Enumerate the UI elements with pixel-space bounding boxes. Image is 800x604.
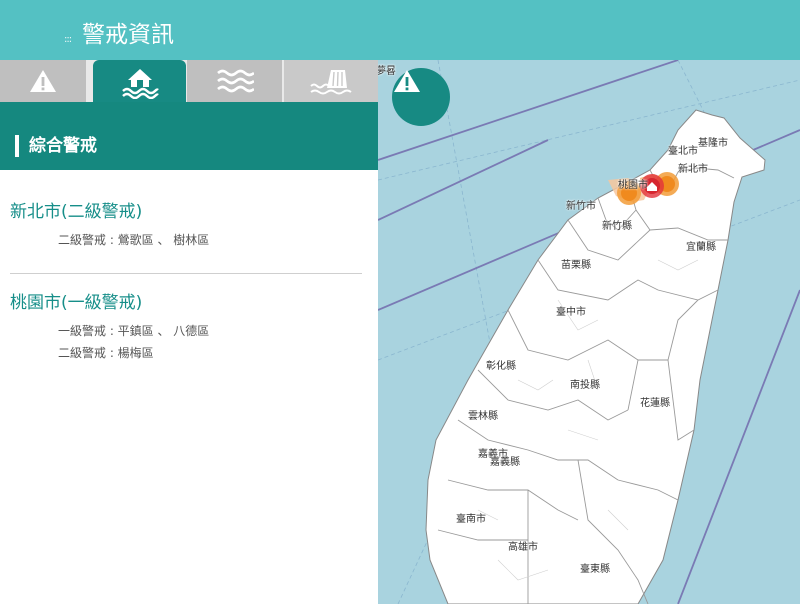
- map-label-hsinchu-county: 新竹縣: [602, 221, 632, 232]
- warning-detail: 二級警戒 : 楊梅區: [58, 346, 154, 360]
- map-label-changhua: 彰化縣: [486, 361, 516, 372]
- map-label-nantou: 南投縣: [570, 380, 600, 391]
- map-label-tainan: 臺南市: [456, 514, 486, 525]
- section-title: 綜合警戒: [29, 136, 97, 156]
- waves-icon: [216, 69, 254, 93]
- warning-title: 桃園市(一級警戒): [10, 293, 143, 313]
- warning-triangle-icon: [30, 70, 56, 92]
- app-header: ::: 警戒資訊: [0, 0, 800, 60]
- warning-title: 新北市(二級警戒): [10, 202, 143, 222]
- map-label-chiayi-county: 嘉義縣: [490, 457, 520, 468]
- map-label-keelung: 基隆市: [698, 138, 728, 149]
- map-label-kaohsiung: 高雄市: [508, 542, 538, 553]
- map-label-taoyuan: 桃園市: [618, 180, 648, 191]
- menu-dots[interactable]: :::: [64, 34, 72, 45]
- tab-flood[interactable]: [93, 60, 186, 104]
- map-label-miaoli: 苗栗縣: [561, 260, 591, 271]
- map-label-corner: 夢晷: [378, 66, 396, 77]
- map-label-yunlin: 雲林縣: [468, 411, 498, 422]
- section-header: 綜合警戒: [0, 102, 378, 170]
- divider: [10, 273, 362, 274]
- map-label-taitung: 臺東縣: [580, 564, 610, 575]
- section-accent-bar: [15, 135, 19, 157]
- flooded-house-icon: [121, 69, 159, 99]
- map-label-hsinchu-city: 新竹市: [566, 201, 596, 212]
- tab-waves[interactable]: [187, 60, 282, 102]
- map-warning-button[interactable]: [392, 68, 450, 126]
- category-tabs: [0, 60, 378, 104]
- map-label-yilan: 宜蘭縣: [686, 242, 716, 253]
- map-label-taipei: 臺北市: [668, 146, 698, 157]
- dam-icon: [310, 70, 352, 95]
- side-panel: 綜合警戒 新北市(二級警戒) 二級警戒 : 鶯歌區 、 樹林區 桃園市(一級警戒…: [0, 60, 378, 604]
- warning-triangle-icon: [394, 70, 420, 92]
- map-label-newtaipei: 新北市: [678, 164, 708, 175]
- taiwan-map: [378, 60, 800, 604]
- taiwan-landmass: [425, 109, 766, 604]
- warning-item-newtaipei[interactable]: 新北市(二級警戒) 二級警戒 : 鶯歌區 、 樹林區: [10, 201, 364, 248]
- tab-reservoir[interactable]: [284, 60, 378, 102]
- app-title: 警戒資訊: [82, 22, 174, 48]
- warning-detail: 一級警戒 : 平鎮區 、 八德區: [58, 324, 210, 338]
- map-label-taichung: 臺中市: [556, 307, 586, 318]
- map-view[interactable]: 夢晷 臺北市 基隆市 新北市 桃園市 新竹市 新竹縣 宜蘭縣 苗栗縣 臺中市 彰…: [378, 60, 800, 604]
- map-label-hualien: 花蓮縣: [640, 398, 670, 409]
- tab-warning[interactable]: [0, 60, 86, 102]
- warning-detail: 二級警戒 : 鶯歌區 、 樹林區: [58, 233, 210, 247]
- warning-item-taoyuan[interactable]: 桃園市(一級警戒) 一級警戒 : 平鎮區 、 八德區 二級警戒 : 楊梅區: [10, 292, 364, 361]
